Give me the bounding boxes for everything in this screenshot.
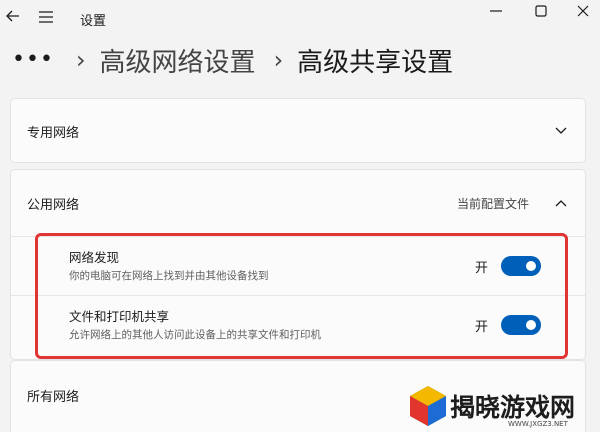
site-logo: 揭晓游戏网 WWW.JXGZ3.NET [408, 384, 600, 432]
section-public-network: 公用网络 当前配置文件 网络发现 你的电脑可在网络上找到并由其他设备找到 开 文… [10, 169, 586, 360]
logo-text: 揭晓游戏网 [450, 393, 576, 422]
setting-file-printer-sharing: 文件和打印机共享 允许网络上的其他人访问此设备上的共享文件和打印机 开 [11, 295, 585, 353]
toggle-state-label: 开 [475, 320, 489, 335]
back-arrow-icon[interactable] [6, 9, 20, 23]
section-label: 所有网络 [27, 390, 80, 405]
file-printer-sharing-toggle[interactable] [501, 315, 541, 335]
page-title: 高级共享设置 [297, 47, 454, 78]
breadcrumb: ••• › 高级网络设置 › 高级共享设置 [12, 40, 453, 80]
setting-description: 允许网络上的其他人访问此设备上的共享文件和打印机 [69, 329, 321, 341]
logo-mark-icon [410, 386, 446, 426]
setting-description: 你的电脑可在网络上找到并由其他设备找到 [69, 270, 269, 282]
maximize-icon[interactable] [533, 3, 549, 19]
breadcrumb-item-advanced-network[interactable]: 高级网络设置 [100, 42, 256, 79]
network-discovery-toggle[interactable] [501, 256, 541, 276]
close-icon[interactable] [575, 3, 591, 19]
toggle-state-label: 开 [475, 261, 489, 276]
setting-title: 文件和打印机共享 [69, 309, 170, 324]
window-title: 设置 [80, 14, 107, 29]
hamburger-menu-icon[interactable] [38, 10, 54, 24]
logo-url: WWW.JXGZ3.NET [508, 420, 568, 428]
breadcrumb-more-button[interactable]: ••• [12, 49, 54, 71]
minimize-icon[interactable] [488, 4, 504, 18]
setting-title: 网络发现 [69, 250, 120, 265]
section-private-network[interactable]: 专用网络 [10, 98, 586, 163]
chevron-down-icon [555, 127, 567, 134]
section-label: 公用网络 [27, 198, 80, 213]
section-header[interactable]: 公用网络 当前配置文件 [11, 170, 585, 236]
toggle-knob [526, 261, 536, 271]
breadcrumb-separator-icon: › [273, 46, 284, 74]
setting-network-discovery: 网络发现 你的电脑可在网络上找到并由其他设备找到 开 [11, 236, 585, 294]
title-bar: 设置 [0, 0, 600, 36]
current-profile-badge: 当前配置文件 [457, 197, 530, 211]
section-label: 专用网络 [27, 126, 80, 141]
toggle-knob [526, 320, 536, 330]
breadcrumb-separator-icon: › [75, 46, 86, 74]
chevron-up-icon [555, 200, 567, 207]
